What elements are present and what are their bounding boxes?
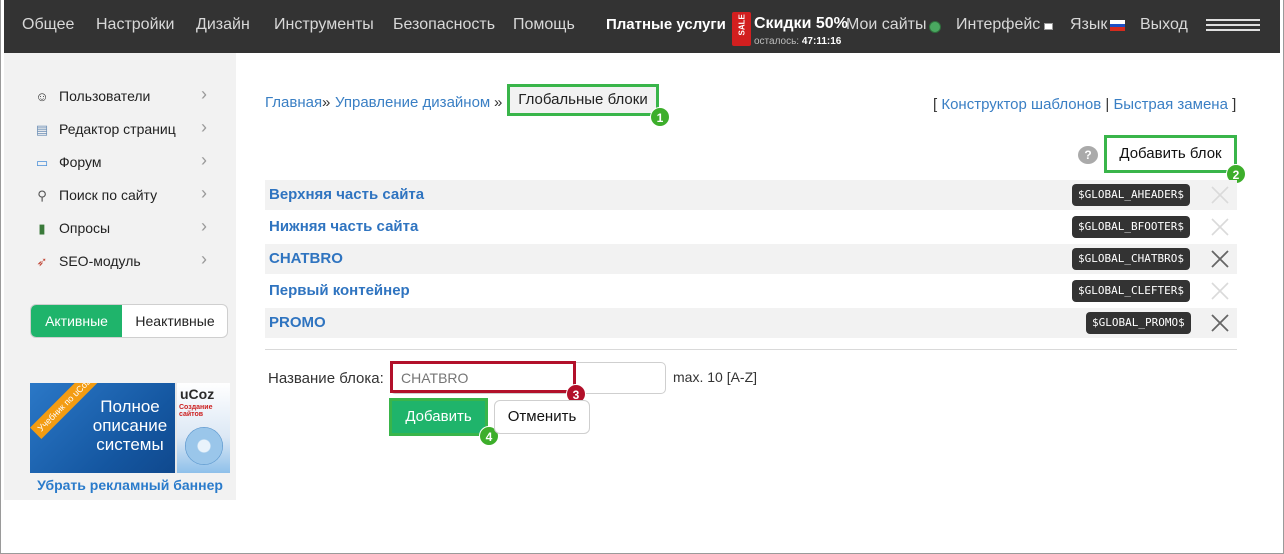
- sale-remaining-time: 47:11:16: [801, 36, 842, 47]
- block-name-link[interactable]: Нижняя часть сайта: [269, 218, 418, 235]
- sidebar-item-label: Опросы: [59, 220, 111, 236]
- nav-help[interactable]: Помощь: [513, 16, 575, 34]
- interface-square-icon: [1044, 23, 1053, 30]
- breadcrumb-design[interactable]: Управление дизайном: [335, 94, 490, 111]
- sidebar-item-label: Пользователи: [59, 88, 151, 104]
- breadcrumb-home[interactable]: Главная: [265, 94, 322, 111]
- disc-icon: [185, 427, 223, 465]
- block-name-input[interactable]: [390, 362, 666, 394]
- sale-remaining-label: осталось:: [754, 36, 800, 47]
- sidebar-item-forum[interactable]: ▭ Форум ›: [30, 150, 215, 176]
- template-builder-link[interactable]: Конструктор шаблонов: [941, 96, 1101, 113]
- banner-sub: Создание сайтов: [179, 404, 213, 418]
- step-badge-1: 1: [650, 107, 670, 127]
- rocket-icon: ➶: [36, 254, 48, 269]
- sidebar-item-users[interactable]: ☺ Пользователи ›: [30, 84, 215, 110]
- chevron-right-icon: ›: [201, 150, 207, 170]
- delete-icon[interactable]: [1208, 247, 1232, 271]
- ad-banner[interactable]: Учебник по uCoz Полное описание системы …: [30, 383, 230, 473]
- add-block-button[interactable]: Добавить блок: [1104, 135, 1237, 173]
- chat-icon: ▭: [35, 155, 49, 170]
- globe-icon: [929, 21, 941, 33]
- breadcrumb-separator: »: [322, 94, 331, 111]
- sidebar-item-label: Редактор страниц: [59, 121, 176, 137]
- delete-icon: [1208, 279, 1232, 303]
- sidebar-item-site-search[interactable]: ⚲ Поиск по сайту ›: [30, 183, 215, 209]
- nav-tools[interactable]: Инструменты: [274, 16, 374, 34]
- sidebar-item-page-editor[interactable]: ▤ Редактор страниц ›: [30, 117, 215, 143]
- breadcrumb-separator: »: [494, 94, 503, 111]
- toggle-inactive[interactable]: Неактивные: [122, 305, 227, 337]
- help-icon[interactable]: ?: [1078, 146, 1098, 164]
- delete-icon: [1208, 215, 1232, 239]
- sidebar-item-label: SEO-модуль: [59, 253, 141, 269]
- delete-icon[interactable]: [1208, 311, 1232, 335]
- delete-icon: [1208, 183, 1232, 207]
- block-name-link[interactable]: Верхняя часть сайта: [269, 186, 424, 203]
- block-row: Верхняя часть сайта $GLOBAL_AHEADER$: [265, 180, 1237, 210]
- sale-title[interactable]: Скидки 50%: [754, 15, 848, 33]
- block-row: PROMO $GLOBAL_PROMO$: [265, 308, 1237, 338]
- block-row: Первый контейнер $GLOBAL_CLEFTER$: [265, 276, 1237, 306]
- chevron-right-icon: ›: [201, 84, 207, 104]
- chevron-right-icon: ›: [201, 216, 207, 236]
- page-icon: ▤: [35, 122, 49, 137]
- block-name-link[interactable]: Первый контейнер: [269, 282, 410, 299]
- remove-banner-link[interactable]: Убрать рекламный баннер: [30, 477, 230, 493]
- nav-my-sites[interactable]: Мои сайты: [846, 16, 926, 34]
- banner-headline: Полное описание системы: [92, 397, 168, 454]
- bracket-close: ]: [1232, 96, 1237, 113]
- sidebar-item-seo[interactable]: ➶ SEO-модуль ›: [30, 249, 215, 275]
- chevron-right-icon: ›: [201, 249, 207, 269]
- cancel-button[interactable]: Отменить: [494, 400, 590, 434]
- user-icon: ☺: [35, 89, 49, 104]
- active-filter-toggle: Активные Неактивные: [30, 304, 228, 338]
- block-name-link[interactable]: PROMO: [269, 314, 326, 331]
- russian-flag-icon: [1110, 20, 1125, 31]
- block-code-badge: $GLOBAL_AHEADER$: [1072, 184, 1190, 206]
- block-code-badge: $GLOBAL_CLEFTER$: [1072, 280, 1190, 302]
- sidebar-item-polls[interactable]: ▮ Опросы ›: [30, 216, 215, 242]
- banner-logo: uCoz: [180, 386, 215, 402]
- nav-interface[interactable]: Интерфейс: [956, 16, 1040, 34]
- block-name-label: Название блока:: [268, 370, 384, 387]
- block-name-link[interactable]: CHATBRO: [269, 250, 343, 267]
- nav-security[interactable]: Безопасность: [393, 16, 495, 34]
- sale-tag-text: SALE: [737, 14, 747, 36]
- input-hint: max. 10 [A-Z]: [673, 369, 758, 385]
- block-code-badge: $GLOBAL_CHATBRO$: [1072, 248, 1190, 270]
- toggle-active[interactable]: Активные: [31, 305, 122, 337]
- nav-paid-services[interactable]: Платные услуги: [606, 16, 726, 33]
- block-code-badge: $GLOBAL_PROMO$: [1086, 312, 1191, 334]
- banner-product-box: uCoz Создание сайтов: [175, 383, 230, 473]
- section-divider: [265, 349, 1237, 350]
- menu-lines-icon[interactable]: [1206, 19, 1260, 33]
- chart-icon: ▮: [38, 221, 46, 236]
- links-divider: |: [1105, 96, 1110, 113]
- nav-general[interactable]: Общее: [22, 16, 74, 34]
- block-row: Нижняя часть сайта $GLOBAL_BFOOTER$: [265, 212, 1237, 242]
- nav-design[interactable]: Дизайн: [196, 16, 250, 34]
- sale-tag-icon[interactable]: SALE: [732, 12, 751, 46]
- chevron-right-icon: ›: [201, 183, 207, 203]
- add-button[interactable]: Добавить: [389, 398, 488, 436]
- nav-logout[interactable]: Выход: [1140, 16, 1188, 34]
- quick-replace-link[interactable]: Быстрая замена: [1113, 96, 1227, 113]
- chevron-right-icon: ›: [201, 117, 207, 137]
- nav-language[interactable]: Язык: [1070, 16, 1107, 34]
- nav-settings[interactable]: Настройки: [96, 16, 174, 34]
- sidebar-item-label: Поиск по сайту: [59, 187, 158, 203]
- block-row: CHATBRO $GLOBAL_CHATBRO$: [265, 244, 1237, 274]
- search-icon: ⚲: [37, 188, 47, 203]
- sidebar-item-label: Форум: [59, 154, 102, 170]
- header-links: [ Конструктор шаблонов | Быстрая замена …: [933, 96, 1236, 113]
- sale-countdown: осталось: 47:11:16: [754, 36, 841, 47]
- breadcrumb-current: Глобальные блоки: [507, 84, 659, 116]
- top-navigation-bar: Общее Настройки Дизайн Инструменты Безоп…: [4, 0, 1280, 53]
- block-code-badge: $GLOBAL_BFOOTER$: [1072, 216, 1190, 238]
- bracket-open: [: [933, 96, 938, 113]
